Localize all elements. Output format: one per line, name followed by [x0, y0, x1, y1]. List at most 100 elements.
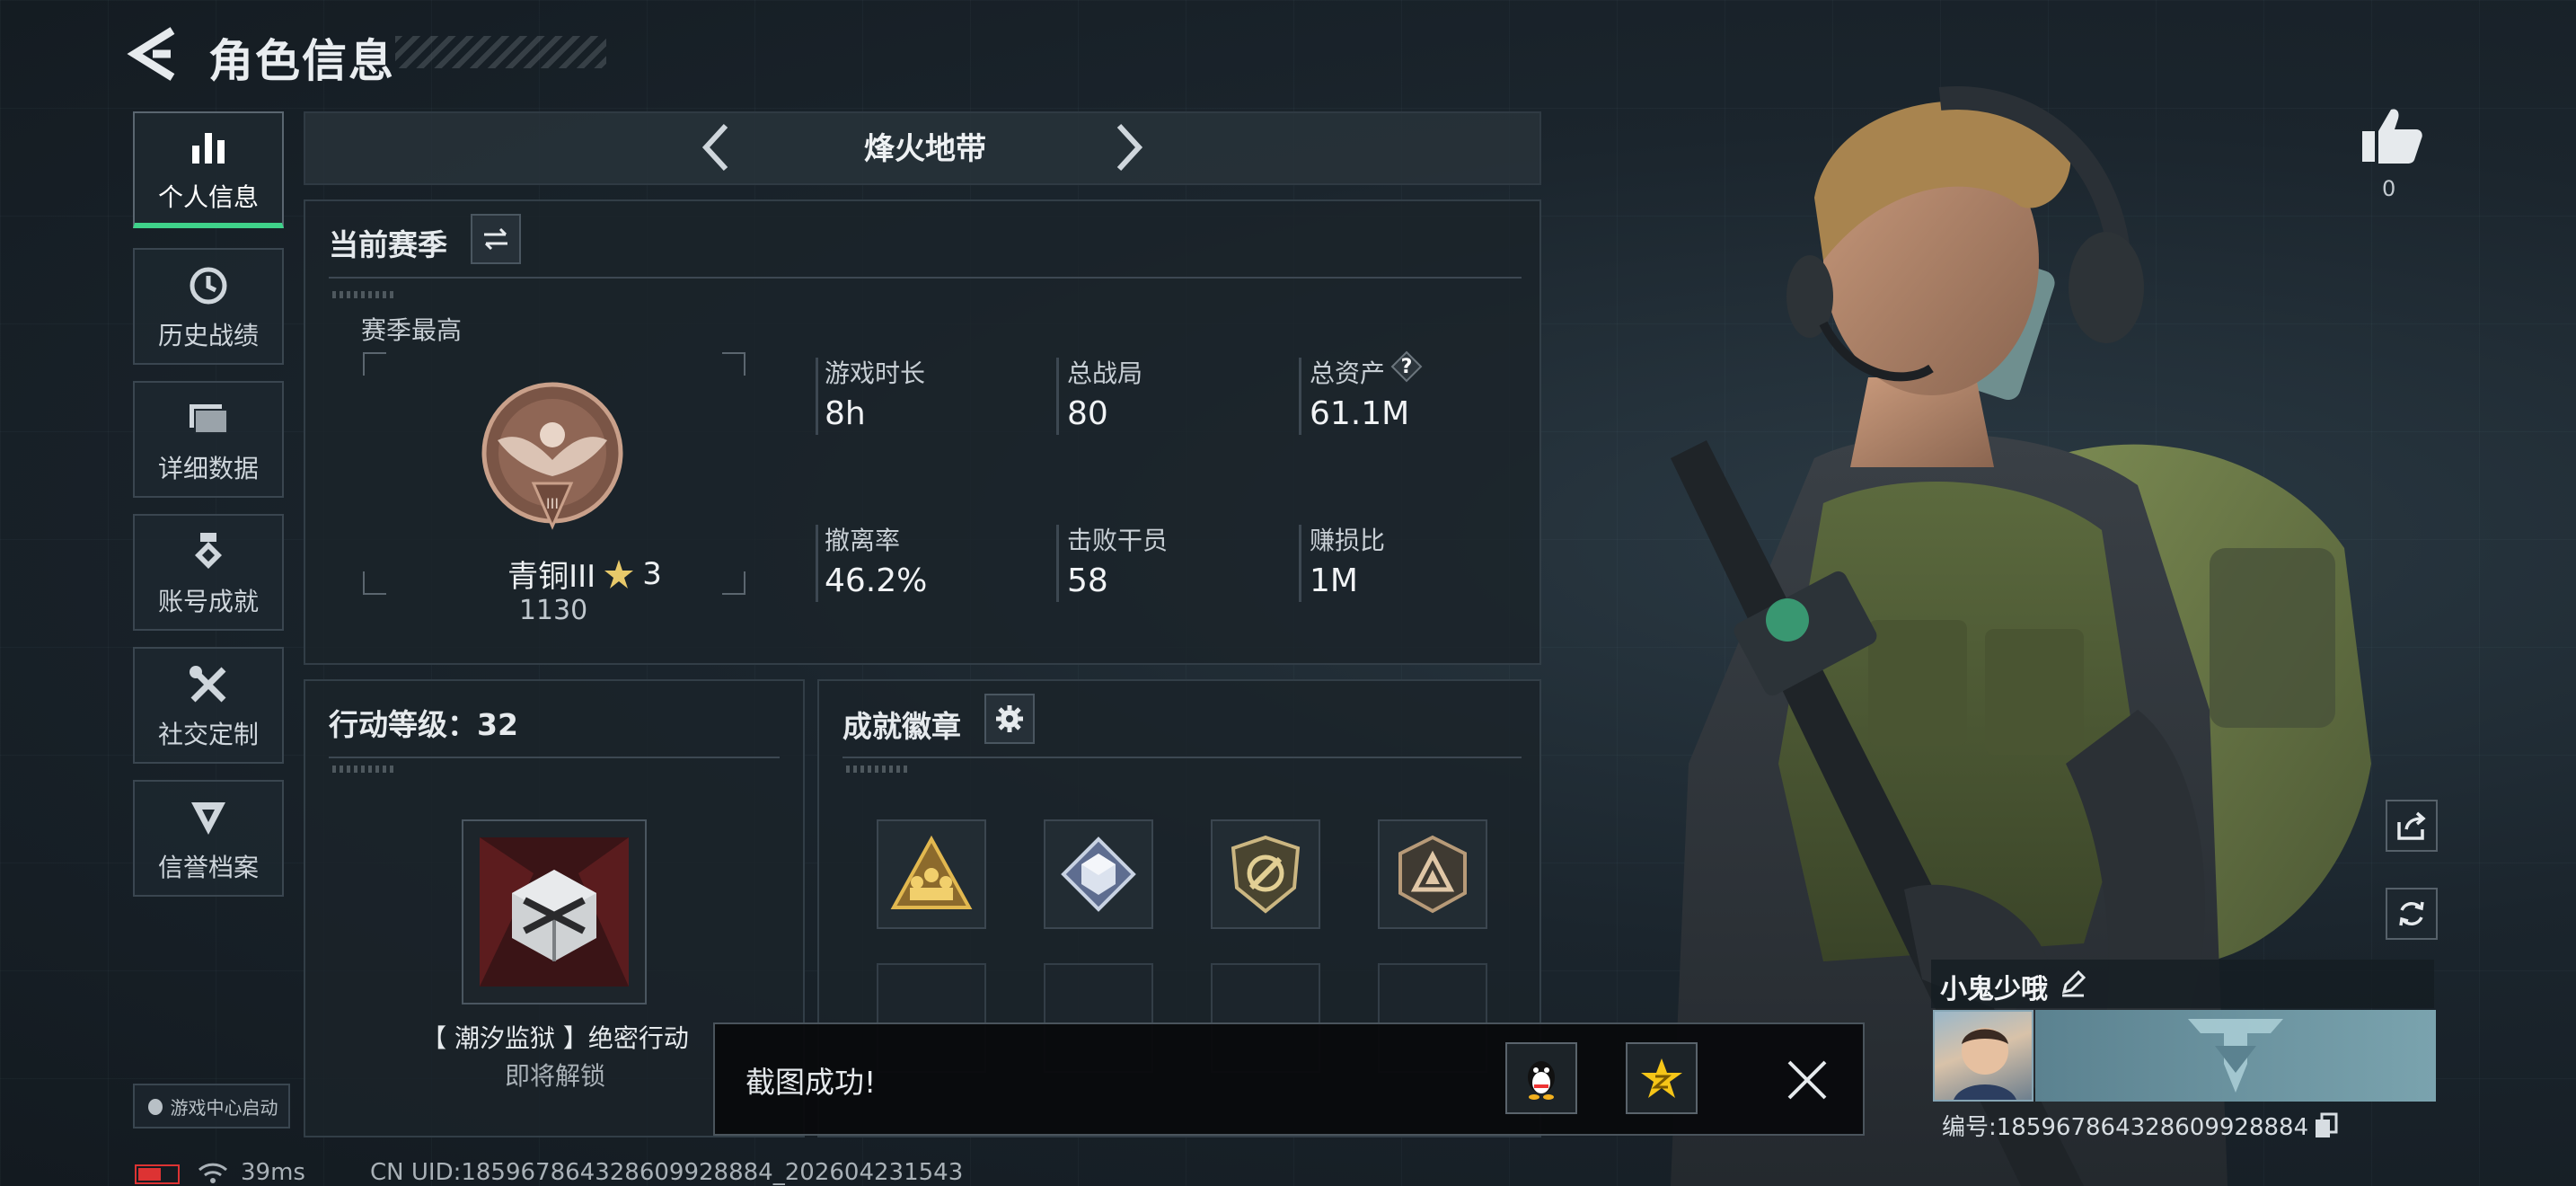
svg-text:III: III [546, 495, 559, 512]
frame-corner [722, 352, 745, 376]
medal-icon [183, 527, 234, 577]
sidebar-item-personal-info[interactable]: 个人信息 [133, 111, 284, 228]
star-icon [604, 559, 634, 589]
sidebar-item-label: 账号成就 [157, 587, 259, 616]
season-switch-button[interactable] [471, 214, 521, 264]
rank-score: 1130 [518, 595, 588, 626]
frame-corner [722, 571, 745, 595]
game-center-launch[interactable]: 游戏中心启动 [133, 1084, 290, 1128]
stat-label-operators-defeated: 击败干员 [1067, 526, 1169, 555]
sidebar-item-label: 信誉档案 [157, 853, 259, 882]
stat-divider [1056, 525, 1059, 602]
folder-icon [183, 394, 234, 444]
stat-value-total-assets: 61.1M [1310, 395, 1410, 432]
like-thumbs-up-icon[interactable] [2359, 104, 2423, 167]
season-divider [329, 277, 1522, 279]
badge-divider [842, 757, 1522, 758]
latency-text: 39ms [241, 1159, 305, 1186]
stat-label-playtime: 游戏时长 [825, 358, 926, 388]
qq-penguin-icon [1528, 1061, 1555, 1100]
battery-indicator [135, 1164, 180, 1184]
player-id-row: 编号:185967864328609928884 [1942, 1109, 2339, 1142]
help-button[interactable]: ? [1390, 350, 1423, 383]
stat-value-operators-defeated: 58 [1067, 562, 1108, 599]
hatch-decoration [332, 766, 395, 773]
sidebar-item-social-custom[interactable]: 社交定制 [133, 647, 284, 764]
title-decoration [395, 36, 606, 68]
sidebar-item-label: 个人信息 [157, 182, 259, 212]
like-count: 0 [2382, 176, 2396, 201]
sidebar-item-history[interactable]: 历史战绩 [133, 248, 284, 365]
banner-emblem-icon [2188, 1019, 2283, 1093]
avatar[interactable] [1933, 1010, 2033, 1102]
mode-next-button[interactable] [1101, 119, 1155, 176]
share-button[interactable] [2386, 800, 2438, 852]
season-best-label: 赛季最高 [361, 315, 463, 345]
sidebar-item-detailed-data[interactable]: 详细数据 [133, 381, 284, 498]
history-icon [183, 261, 234, 311]
player-id: 编号:185967864328609928884 [1942, 1114, 2309, 1141]
bronze-rank-emblem-icon: III [481, 382, 623, 530]
badge-slot[interactable] [1378, 819, 1487, 929]
frame-corner [363, 571, 386, 595]
sidebar-item-label: 社交定制 [157, 720, 259, 749]
avatar-image [1954, 1028, 2016, 1100]
mission-status: 即将解锁 [504, 1061, 605, 1091]
frame-corner [363, 352, 386, 376]
game-center-label: 游戏中心启动 [170, 1096, 278, 1119]
player-name: 小鬼少哦 [1940, 974, 2048, 1005]
share-icon [2397, 811, 2426, 840]
player-banner[interactable] [2035, 1010, 2436, 1102]
mission-name: 【 潮汐监狱 】绝密行动 [421, 1023, 689, 1053]
share-qzone-button[interactable] [1626, 1042, 1698, 1114]
badge-settings-button[interactable] [984, 694, 1035, 744]
gear-icon [996, 705, 1023, 732]
penguin-icon [147, 1099, 163, 1115]
crossed-circle-shield-badge-icon [1231, 835, 1301, 914]
stat-divider [1056, 358, 1059, 435]
stat-label-total-matches: 总战局 [1067, 358, 1143, 388]
stat-label-profit-ratio: 赚损比 [1310, 526, 1386, 555]
swap-icon [484, 227, 507, 251]
level-divider [329, 757, 780, 758]
triangle-shield-badge-icon [1398, 835, 1467, 914]
refresh-icon [2399, 901, 2424, 926]
stat-label-total-assets: 总资产 [1310, 358, 1386, 388]
stat-divider [816, 358, 818, 435]
stat-value-profit-ratio: 1M [1310, 562, 1358, 599]
action-level-title: 行动等级：32 [329, 707, 518, 742]
stat-divider [816, 525, 818, 602]
mission-reward-card[interactable] [462, 819, 647, 1005]
stat-value-total-matches: 80 [1067, 395, 1108, 432]
prison-cube-icon [480, 837, 629, 987]
badge-slot[interactable] [1211, 819, 1320, 929]
sidebar-item-credit-record[interactable]: 信誉档案 [133, 780, 284, 897]
rank-row: 青铜III 3 [472, 552, 697, 596]
blueprint-cube-badge-icon [1061, 836, 1136, 912]
badge-slot[interactable] [877, 819, 986, 929]
share-qq-button[interactable] [1505, 1042, 1577, 1114]
rank-name: 青铜III [507, 559, 596, 595]
rank-stars: 3 [642, 555, 662, 592]
qzone-star-icon [1641, 1058, 1682, 1098]
bar-chart-icon [183, 122, 234, 173]
wifi-icon [198, 1163, 228, 1183]
squad-triangle-badge-icon [890, 836, 973, 909]
copy-icon[interactable] [2314, 1112, 2339, 1139]
refresh-button[interactable] [2386, 888, 2438, 940]
season-title: 当前赛季 [329, 227, 447, 262]
edit-pencil-icon[interactable] [2059, 969, 2087, 997]
mode-name: 烽火地带 [864, 131, 986, 167]
badge-panel-title: 成就徽章 [842, 709, 961, 744]
sidebar-item-achievements[interactable]: 账号成就 [133, 514, 284, 631]
stat-divider [1299, 358, 1301, 435]
sidebar-item-label: 详细数据 [157, 454, 259, 483]
badge-slot[interactable] [1044, 819, 1153, 929]
mode-prev-button[interactable] [690, 119, 744, 176]
back-button[interactable] [126, 27, 189, 81]
close-icon[interactable] [1784, 1057, 1831, 1103]
stat-divider [1299, 525, 1301, 602]
stat-value-playtime: 8h [825, 395, 866, 432]
uid-text: CN UID:185967864328609928884_20260423154… [370, 1159, 964, 1186]
stat-value-extract-rate: 46.2% [825, 562, 928, 599]
